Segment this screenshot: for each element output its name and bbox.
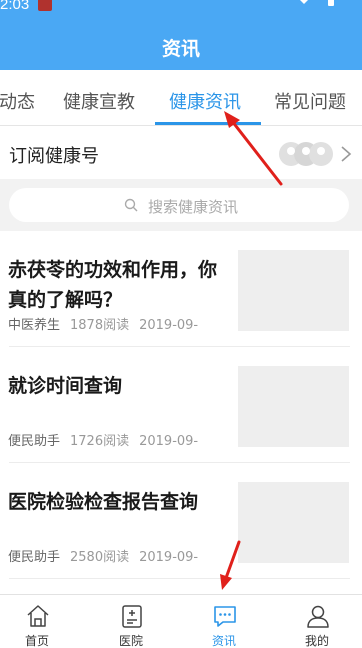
profile-icon	[307, 605, 329, 628]
tab-health-news[interactable]: 健康资讯	[169, 88, 241, 114]
article-date: 2019-09-	[139, 434, 199, 449]
subscribed-avatars-icon	[279, 142, 333, 166]
article-views: 2580阅读	[70, 550, 130, 565]
active-tab-indicator	[155, 122, 261, 125]
search-icon	[124, 198, 138, 212]
article-meta: 便民助手 2580阅读 2019-09-	[8, 546, 198, 565]
article-source: 便民助手	[8, 550, 61, 565]
subscribe-label: 订阅健康号	[9, 146, 99, 167]
chevron-right-icon	[341, 146, 352, 162]
article-title: 赤茯苓的功效和作用，你真的了解吗？	[8, 259, 218, 311]
nav-hospital[interactable]: 医院	[86, 595, 176, 648]
article-thumbnail	[238, 366, 349, 447]
search-section: 搜索健康资讯	[0, 179, 362, 231]
article-source: 便民助手	[8, 434, 61, 449]
article-views: 1878阅读	[70, 318, 130, 333]
status-icons	[300, 0, 334, 6]
tab-bar: 动态 健康宣教 健康资讯 常见问题	[0, 72, 362, 126]
article-source: 中医养生	[8, 318, 61, 333]
tab-faq[interactable]: 常见问题	[274, 88, 346, 114]
hospital-icon	[122, 605, 142, 628]
tab-health-education[interactable]: 健康宣教	[63, 88, 135, 114]
search-placeholder: 搜索健康资讯	[148, 198, 239, 216]
article-item[interactable]: 就诊时间查询 便民助手 1726阅读 2019-09-	[0, 347, 362, 463]
nav-news[interactable]: 资讯	[179, 595, 269, 648]
nav-home[interactable]: 首页	[0, 595, 82, 648]
nav-hospital-label: 医院	[118, 634, 143, 648]
home-icon	[27, 605, 49, 627]
article-title: 就诊时间查询	[8, 375, 123, 397]
article-thumbnail	[238, 250, 349, 331]
nav-news-label: 资讯	[211, 634, 236, 648]
nav-profile[interactable]: 我的	[272, 595, 362, 648]
page-title: 资讯	[161, 38, 200, 60]
article-date: 2019-09-	[139, 550, 199, 565]
article-views: 1726阅读	[70, 434, 130, 449]
nav-profile-label: 我的	[304, 634, 329, 648]
article-item[interactable]: 医院检验检查报告查询 便民助手 2580阅读 2019-09-	[0, 463, 362, 579]
app-header: 2:03 资讯	[0, 0, 362, 70]
article-meta: 中医养生 1878阅读 2019-09-	[8, 314, 198, 333]
status-time: 2:03	[0, 0, 30, 13]
subscribe-health-account-row[interactable]: 订阅健康号	[0, 127, 362, 179]
article-title: 医院检验检查报告查询	[8, 491, 199, 513]
nav-home-label: 首页	[24, 634, 49, 648]
message-icon	[214, 606, 236, 627]
bottom-nav: 首页 医院 资讯 我的	[0, 594, 362, 648]
notification-icon	[38, 0, 52, 11]
divider	[9, 578, 350, 579]
article-item[interactable]: 赤茯苓的功效和作用，你真的了解吗？ 中医养生 1878阅读 2019-09-	[0, 231, 362, 347]
article-date: 2019-09-	[139, 318, 199, 333]
article-thumbnail	[238, 482, 349, 563]
search-input[interactable]: 搜索健康资讯	[9, 188, 349, 222]
tab-news-feed[interactable]: 动态	[0, 88, 35, 114]
article-meta: 便民助手 1726阅读 2019-09-	[8, 430, 198, 449]
